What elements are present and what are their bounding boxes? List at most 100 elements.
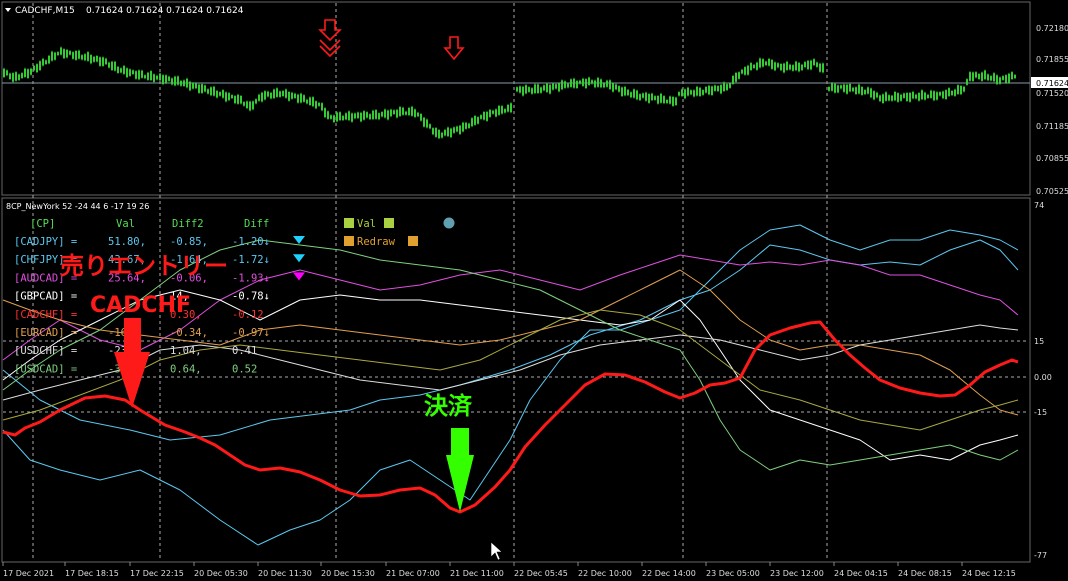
candle xyxy=(807,60,809,70)
cell-diff: -1.20↓ xyxy=(232,236,270,248)
candle xyxy=(735,72,737,82)
candle xyxy=(891,95,893,101)
candle xyxy=(159,73,161,81)
candle xyxy=(174,76,176,86)
candle xyxy=(345,113,347,120)
candle xyxy=(558,83,560,92)
candle xyxy=(771,59,773,69)
close-label: 決済 xyxy=(424,392,473,420)
cell-diff: -1.72↓ xyxy=(232,254,270,266)
candle xyxy=(96,55,98,62)
candle xyxy=(228,93,230,101)
candle xyxy=(273,89,275,99)
candle xyxy=(294,93,296,99)
candle xyxy=(510,103,512,113)
candle xyxy=(642,93,644,98)
candle xyxy=(612,83,614,92)
candle xyxy=(189,81,191,91)
candle xyxy=(66,49,68,58)
candle xyxy=(291,92,293,99)
candle xyxy=(648,94,650,103)
candle xyxy=(975,72,977,78)
candle xyxy=(621,87,623,97)
candle xyxy=(372,110,374,120)
candle xyxy=(822,63,824,73)
candle xyxy=(168,76,170,81)
candle xyxy=(462,122,464,132)
cell-pair: [USDCHF] = xyxy=(14,345,77,357)
candle xyxy=(465,122,467,129)
candle xyxy=(585,79,587,89)
candle xyxy=(324,108,326,118)
candle xyxy=(780,63,782,71)
candle xyxy=(663,96,665,104)
candle xyxy=(690,90,692,95)
candle xyxy=(987,74,989,81)
candle xyxy=(696,86,698,96)
candle xyxy=(180,80,182,86)
candle xyxy=(288,92,290,101)
price-label: 0.72180 xyxy=(1036,24,1068,33)
candle xyxy=(354,113,356,119)
candle xyxy=(1014,74,1016,79)
candle xyxy=(501,106,503,114)
candle xyxy=(369,114,371,120)
candle xyxy=(363,111,365,120)
candle xyxy=(504,109,506,113)
candle xyxy=(561,80,563,90)
candle xyxy=(966,79,968,85)
candle xyxy=(996,75,998,85)
candle xyxy=(603,83,605,88)
candle xyxy=(609,80,611,90)
candle xyxy=(237,94,239,104)
candle xyxy=(834,83,836,93)
candle xyxy=(783,63,785,73)
redraw-legend-label: Redraw xyxy=(357,236,396,248)
candle xyxy=(120,68,122,73)
candle xyxy=(75,50,77,60)
candle xyxy=(990,76,992,81)
candle xyxy=(714,85,716,91)
candle xyxy=(480,115,482,119)
candle xyxy=(186,78,188,88)
cell-pair: [CADCHF] = xyxy=(14,309,77,321)
candle xyxy=(537,84,539,94)
candle xyxy=(78,50,80,59)
candle xyxy=(1005,75,1007,83)
cell-val: 51.80, xyxy=(108,236,146,248)
candle xyxy=(921,90,923,100)
candle xyxy=(726,84,728,91)
table-header-val: Val xyxy=(116,218,135,230)
trading-chart[interactable]: CADCHF,M15 0.71624 0.71624 0.71624 0.716… xyxy=(0,0,1068,581)
candle xyxy=(333,115,335,123)
candle xyxy=(831,83,833,91)
candle xyxy=(660,93,662,103)
candle xyxy=(855,87,857,95)
sell-entry-pair-label: CADCHF xyxy=(90,293,191,318)
candle xyxy=(318,102,320,106)
cell-diff: 0.52 xyxy=(232,363,257,375)
candle xyxy=(165,75,167,84)
candle xyxy=(366,112,368,118)
candle xyxy=(909,92,911,102)
candle xyxy=(426,119,428,128)
candle xyxy=(687,87,689,96)
candle xyxy=(741,69,743,74)
candle xyxy=(801,64,803,71)
status-dot-icon xyxy=(443,217,455,229)
candle xyxy=(645,92,647,101)
candle xyxy=(126,68,128,78)
redraw-legend-swatch xyxy=(344,236,354,246)
candle xyxy=(390,109,392,117)
symbol-timeframe: CADCHF,M15 xyxy=(15,6,75,16)
candle xyxy=(564,81,566,88)
candle xyxy=(882,94,884,104)
candle xyxy=(981,72,983,81)
candle xyxy=(396,109,398,118)
candle xyxy=(579,80,581,84)
candle xyxy=(777,63,779,68)
time-label: 17 Dec 22:15 xyxy=(130,569,184,578)
cell-diff2: -0.85, xyxy=(170,236,208,248)
candle xyxy=(789,64,791,70)
candle xyxy=(639,94,641,101)
